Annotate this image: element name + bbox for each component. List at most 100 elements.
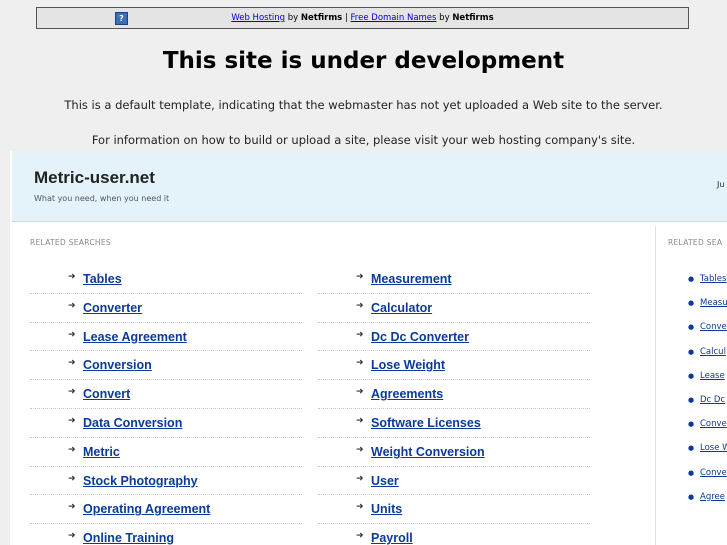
list-item: ➜ Payroll: [318, 524, 590, 545]
list-item: ➜ Lease Agreement: [30, 323, 302, 352]
site-title[interactable]: Metric-user.net: [34, 168, 155, 188]
brand-name: Netfirms: [300, 13, 343, 23]
list-item: ➜ Measurement: [318, 265, 590, 294]
search-link[interactable]: Weight Conversion: [371, 445, 485, 459]
arrow-icon: ➜: [68, 415, 76, 426]
arrow-icon: ➜: [356, 473, 364, 484]
notice-text: This is a default template, indicating t…: [64, 98, 663, 112]
arrow-icon: ➜: [68, 502, 76, 513]
bullet-icon: ●: [688, 468, 695, 477]
sidebar-search-link[interactable]: Measu: [700, 298, 727, 308]
sidebar-search-link[interactable]: Lease: [700, 371, 725, 381]
search-link[interactable]: Lease Agreement: [83, 330, 187, 344]
list-item: ➜ Stock Photography: [30, 467, 302, 496]
header-right-text: Ju: [717, 180, 725, 189]
bullet-icon: ●: [688, 444, 695, 453]
search-link[interactable]: User: [371, 474, 399, 488]
list-item: ➜ Online Training: [30, 524, 302, 545]
banner-by-text: by: [285, 13, 301, 23]
search-link[interactable]: Data Conversion: [83, 416, 182, 430]
arrow-icon: ➜: [356, 272, 364, 282]
bullet-icon: ●: [688, 371, 695, 380]
arrow-icon: ➜: [356, 502, 364, 513]
search-link[interactable]: Dc Dc Converter: [371, 330, 469, 344]
search-list-left: ➜ Tables ➜ Converter ➜ Lease Agreement ➜ Conver…: [30, 265, 302, 545]
search-link[interactable]: Software Licenses: [371, 416, 481, 430]
list-item: ➜ Metric: [30, 438, 302, 467]
list-item: ➜ Calculator: [318, 294, 590, 323]
bullet-icon: ●: [688, 347, 695, 356]
sidebar-search-link[interactable]: Conve: [700, 419, 727, 429]
web-hosting-link[interactable]: Web Hosting: [231, 13, 285, 23]
arrow-icon: ➜: [68, 387, 76, 398]
free-domain-link[interactable]: Free Domain Names: [351, 13, 437, 23]
search-link[interactable]: Measurement: [371, 272, 452, 286]
site-tagline: What you need, when you need it: [34, 194, 170, 203]
search-link[interactable]: Convert: [83, 387, 130, 401]
search-link[interactable]: Metric: [83, 445, 120, 459]
search-link[interactable]: Agreements: [371, 387, 443, 401]
arrow-icon: ➜: [356, 358, 364, 369]
arrow-icon: ➜: [356, 300, 364, 311]
site-header: Metric-user.net What you need, when you …: [12, 151, 727, 222]
search-link[interactable]: Payroll: [371, 531, 413, 545]
search-link[interactable]: Lose Weight: [371, 358, 445, 372]
arrow-icon: ➜: [68, 531, 76, 542]
list-item: ➜ Operating Agreement: [30, 495, 302, 525]
column-divider: [655, 226, 656, 545]
search-link[interactable]: Converter: [83, 301, 142, 315]
sidebar-search-link[interactable]: Calcul: [700, 347, 726, 357]
list-item: ➜ Dc Dc Converter: [318, 323, 590, 352]
search-link[interactable]: Tables: [83, 272, 122, 286]
sidebar-search-link[interactable]: Lose W: [700, 443, 727, 453]
banner-links: Web Hosting by Netfirms | Free Domain Na…: [37, 13, 688, 23]
list-item: ➜ Convert: [30, 380, 302, 409]
arrow-icon: ➜: [68, 358, 76, 369]
list-item: ➜ Units: [318, 495, 590, 525]
search-link[interactable]: Online Training: [83, 531, 174, 545]
list-item: ➜ Lose Weight: [318, 351, 590, 381]
bullet-icon: ●: [688, 420, 695, 429]
list-item: ➜ Agreements: [318, 380, 590, 409]
list-item: ➜ Data Conversion: [30, 409, 302, 438]
sidebar-search-link[interactable]: Dc Dc: [700, 395, 725, 405]
bullet-icon: ●: [688, 492, 695, 501]
list-item: ➜ Converter: [30, 294, 302, 323]
search-link[interactable]: Calculator: [371, 301, 432, 315]
arrow-icon: ➜: [356, 531, 364, 542]
page-title: This site is under development: [162, 48, 565, 74]
related-searches-heading: RELATED SEARCHES: [30, 238, 111, 247]
sidebar-search-link[interactable]: Conve: [700, 322, 727, 332]
brand-name: Netfirms: [452, 13, 494, 23]
arrow-icon: ➜: [68, 473, 76, 484]
arrow-icon: ➜: [356, 444, 364, 455]
sidebar-search-link[interactable]: Tables: [700, 274, 726, 284]
arrow-icon: ➜: [356, 387, 364, 398]
arrow-icon: ➜: [68, 329, 76, 340]
list-item: ➜ Weight Conversion: [318, 438, 590, 467]
search-link[interactable]: Units: [371, 502, 402, 516]
list-item: ➜ Software Licenses: [318, 409, 590, 438]
list-item: ➜ Conversion: [30, 351, 302, 381]
related-searches-heading-right: RELATED SEA: [668, 238, 723, 247]
arrow-icon: ➜: [68, 444, 76, 455]
search-link[interactable]: Operating Agreement: [83, 502, 210, 516]
arrow-icon: ➜: [68, 272, 76, 282]
arrow-icon: ➜: [356, 415, 364, 426]
list-item: ➜ User: [318, 467, 590, 496]
bullet-icon: ●: [688, 323, 695, 332]
bullet-icon: ●: [688, 299, 695, 308]
hosting-banner: ? Web Hosting by Netfirms | Free Domain …: [36, 7, 689, 29]
search-link[interactable]: Conversion: [83, 358, 152, 372]
banner-separator: |: [342, 13, 351, 23]
sidebar-search-link[interactable]: Agree: [700, 492, 725, 502]
search-list-right: ➜ Measurement ➜ Calculator ➜ Dc Dc Converter ➜…: [318, 265, 590, 545]
parked-domain-frame: Metric-user.net What you need, when you …: [10, 151, 727, 545]
search-link[interactable]: Stock Photography: [83, 474, 198, 488]
notice-info-text: For information on how to build or uploa…: [91, 133, 636, 147]
arrow-icon: ➜: [68, 300, 76, 311]
arrow-icon: ➜: [356, 329, 364, 340]
sidebar-search-link[interactable]: Conve: [700, 468, 727, 478]
bullet-icon: ●: [688, 395, 695, 404]
bullet-icon: ●: [688, 275, 695, 283]
